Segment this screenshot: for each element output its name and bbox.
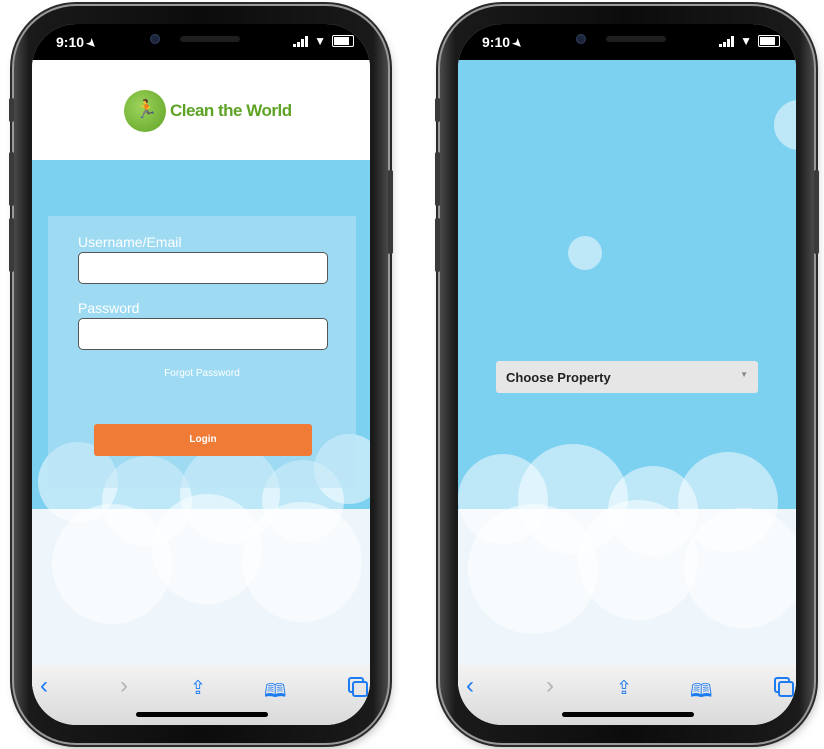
status-time: 9:10➤ (482, 34, 525, 52)
logo-text: Clean the World (170, 101, 292, 120)
volume-up-button (9, 152, 14, 206)
status-bar: 9:10➤ ▼ (458, 24, 796, 60)
power-button (388, 170, 393, 254)
status-icons: ▼ (719, 34, 780, 48)
share-icon[interactable]: ⇪ (190, 677, 206, 700)
share-icon[interactable]: ⇪ (616, 677, 632, 700)
notch (100, 24, 300, 58)
status-time: 9:10➤ (56, 34, 99, 52)
phone-property: 9:10➤ ▼ Choose Property ▼ ‹ › ⇪ 🕮 (435, 6, 819, 743)
status-icons: ▼ (293, 34, 354, 48)
screen: 9:10➤ ▼ Choose Property ▼ ‹ › ⇪ 🕮 (458, 24, 796, 725)
bubble-decoration (578, 500, 698, 620)
bookmarks-icon[interactable]: 🕮 (690, 677, 712, 709)
forward-chevron-icon[interactable]: › (120, 672, 128, 700)
back-chevron-icon[interactable]: ‹ (40, 672, 48, 700)
bubble-decoration (242, 502, 362, 622)
camera (150, 34, 160, 44)
cellular-signal-icon (293, 35, 309, 47)
back-chevron-icon[interactable]: ‹ (466, 672, 474, 700)
battery-icon (758, 35, 780, 47)
speaker (606, 36, 666, 42)
location-arrow-icon: ➤ (83, 36, 99, 52)
safari-toolbar: ‹ › ⇪ 🕮 (458, 665, 796, 725)
camera (576, 34, 586, 44)
app-header: Clean the World (32, 60, 370, 160)
speaker (180, 36, 240, 42)
location-arrow-icon: ➤ (509, 36, 525, 52)
mute-switch (9, 98, 14, 122)
password-input[interactable] (78, 318, 328, 350)
username-input[interactable] (78, 252, 328, 284)
notch (526, 24, 726, 58)
bookmarks-icon[interactable]: 🕮 (264, 677, 286, 709)
screen: 9:10➤ ▼ Clean the World (32, 24, 370, 725)
forward-chevron-icon[interactable]: › (546, 672, 554, 700)
phone-login: 9:10➤ ▼ Clean the World (9, 6, 393, 743)
volume-up-button (435, 152, 440, 206)
home-indicator[interactable] (562, 712, 694, 717)
property-dropdown[interactable]: Choose Property ▼ (496, 361, 758, 393)
bubble-decoration (684, 508, 796, 628)
bubble-decoration (568, 236, 602, 270)
chevron-down-icon: ▼ (740, 370, 748, 379)
forgot-password-link[interactable]: Forgot Password (48, 368, 356, 379)
mute-switch (435, 98, 440, 122)
password-label: Password (78, 300, 140, 316)
safari-toolbar: ‹ › ⇪ 🕮 (32, 665, 370, 725)
battery-icon (332, 35, 354, 47)
power-button (814, 170, 819, 254)
username-label: Username/Email (78, 234, 182, 250)
status-bar: 9:10➤ ▼ (32, 24, 370, 60)
wifi-icon: ▼ (314, 34, 326, 48)
home-indicator[interactable] (136, 712, 268, 717)
login-panel: Username/Email Password Forgot Password … (48, 216, 356, 488)
clean-the-world-logo-icon (124, 90, 166, 132)
volume-down-button (435, 218, 440, 272)
cellular-signal-icon (719, 35, 735, 47)
property-dropdown-value: Choose Property (506, 370, 611, 385)
volume-down-button (9, 218, 14, 272)
logo[interactable]: Clean the World (124, 90, 292, 132)
login-button[interactable]: Login (94, 424, 312, 456)
wifi-icon: ▼ (740, 34, 752, 48)
